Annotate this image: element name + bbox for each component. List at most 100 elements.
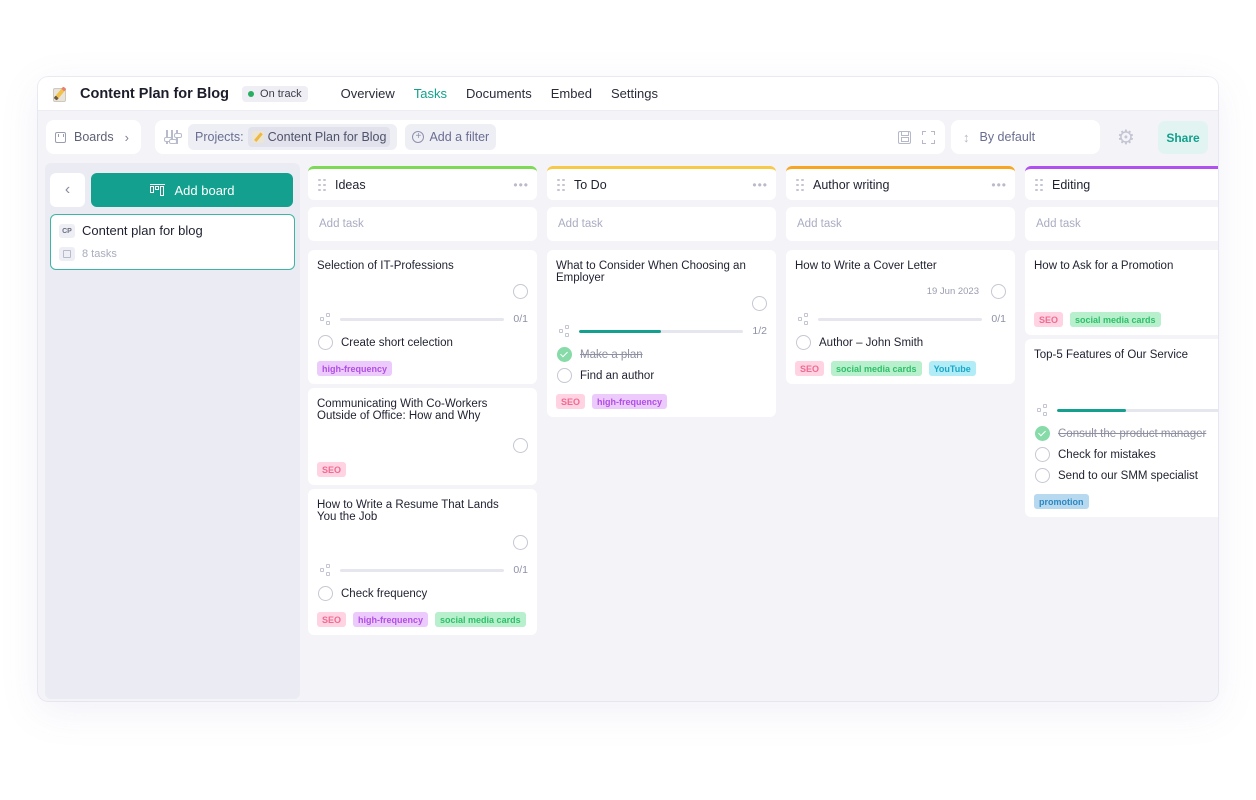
task-card[interactable]: How to Write a Resume That Lands You the… (308, 489, 537, 635)
column-header[interactable]: Editing (1025, 166, 1218, 200)
task-card[interactable]: Communicating With Co-Workers Outside of… (308, 388, 537, 485)
subtask-checkbox[interactable] (557, 368, 572, 383)
tab-documents[interactable]: Documents (466, 86, 532, 101)
add-task-input[interactable]: Add task (1025, 207, 1218, 241)
task-card[interactable]: How to Ask for a Promotion SEO social medi… (1025, 250, 1218, 335)
subtask-item: Make a plan (556, 344, 767, 365)
task-card[interactable]: What to Consider When Choosing an Employ… (547, 250, 776, 417)
tag[interactable]: SEO (317, 612, 346, 627)
expand-icon[interactable] (922, 131, 935, 144)
tag[interactable]: high-frequency (592, 394, 667, 409)
tab-settings[interactable]: Settings (611, 86, 658, 101)
add-board-button[interactable]: Add board (91, 173, 293, 207)
column-header[interactable]: Author writing ••• (786, 166, 1015, 200)
column-header[interactable]: Ideas••• (308, 166, 537, 200)
complete-task-checkbox[interactable] (513, 438, 528, 453)
tag[interactable]: high-frequency (353, 612, 428, 627)
subtasks-tree-icon (798, 313, 810, 325)
tag[interactable]: SEO (795, 361, 824, 376)
collapse-sidebar-button[interactable]: ‹ (50, 173, 85, 207)
drag-handle-icon[interactable] (1035, 179, 1043, 191)
kanban-column: Author writing ••• Add task How to Write a … (786, 166, 1015, 384)
share-button[interactable]: Share (1158, 121, 1208, 154)
task-meta (556, 294, 767, 312)
tag[interactable]: high-frequency (317, 361, 392, 376)
tag-list: SEO high-frequency social media cards (317, 612, 528, 627)
tag[interactable]: YouTube (929, 361, 976, 376)
add-task-input[interactable]: Add task (308, 207, 537, 241)
progress-track (818, 318, 982, 321)
tag[interactable]: SEO (556, 394, 585, 409)
subtask-checkbox[interactable] (1035, 447, 1050, 462)
task-meta (1034, 371, 1218, 391)
sort-label: By default (980, 130, 1036, 144)
complete-task-checkbox[interactable] (513, 284, 528, 299)
complete-task-checkbox[interactable] (513, 535, 528, 550)
column-title: Author writing (813, 178, 889, 192)
progress-count: 0/1 (512, 313, 528, 325)
tag[interactable]: SEO (1034, 312, 1063, 327)
subtasks-tree-icon (320, 564, 332, 576)
tab-overview[interactable]: Overview (341, 86, 395, 101)
task-card[interactable]: How to Write a Cover Letter19 Jun 20230/… (786, 250, 1015, 384)
add-task-input[interactable]: Add task (786, 207, 1015, 241)
column-header[interactable]: To Do ••• (547, 166, 776, 200)
more-options-icon[interactable]: ••• (991, 178, 1007, 192)
subtasks-tree-icon (1037, 404, 1049, 416)
tag[interactable]: social media cards (435, 612, 526, 627)
drag-handle-icon[interactable] (796, 179, 804, 191)
subtask-progress (1034, 403, 1218, 417)
subtask-item: Send to our SMM specialist (1034, 465, 1218, 486)
tag[interactable]: SEO (317, 462, 346, 477)
chevron-right-icon: › (125, 130, 129, 145)
memo-pencil-icon (252, 131, 264, 143)
subtask-checked-icon[interactable] (1035, 426, 1050, 441)
add-filter-button[interactable]: + Add a filter (405, 124, 496, 150)
more-options-icon[interactable]: ••• (513, 178, 529, 192)
task-title: How to Write a Resume That Lands You the… (317, 499, 528, 523)
task-title: How to Write a Cover Letter (795, 260, 1006, 272)
project-chip[interactable]: Content Plan for Blog (248, 127, 391, 147)
sort-arrows-icon: ↕ (963, 130, 970, 145)
column-title: To Do (574, 178, 607, 192)
task-card[interactable]: Selection of IT-Professions0/1Create sho… (308, 250, 537, 384)
filter-bar: Projects: Content Plan for Blog + Add a … (155, 120, 945, 154)
subtask-checkbox[interactable] (1035, 468, 1050, 483)
board-avatar: CP (59, 224, 75, 238)
subtask-list: Consult the product managerCheck for mis… (1034, 423, 1218, 486)
filter-sliders-icon[interactable] (164, 129, 180, 145)
subtask-checkbox[interactable] (318, 586, 333, 601)
subtask-label: Consult the product manager (1058, 428, 1206, 440)
save-icon[interactable] (898, 131, 911, 144)
task-title: Top-5 Features of Our Service (1034, 349, 1218, 361)
tag[interactable]: social media cards (1070, 312, 1161, 327)
subtask-checkbox[interactable] (796, 335, 811, 350)
subtask-label: Check frequency (341, 588, 427, 600)
tab-tasks[interactable]: Tasks (414, 86, 447, 101)
progress-count: 0/1 (512, 564, 528, 576)
subtask-checked-icon[interactable] (557, 347, 572, 362)
tag-list: SEO high-frequency (556, 394, 767, 409)
tag[interactable]: social media cards (831, 361, 922, 376)
add-task-input[interactable]: Add task (547, 207, 776, 241)
complete-task-checkbox[interactable] (991, 284, 1006, 299)
projects-filter-chip[interactable]: Projects: Content Plan for Blog (188, 124, 397, 150)
drag-handle-icon[interactable] (318, 179, 326, 191)
tag[interactable]: promotion (1034, 494, 1089, 509)
sort-select[interactable]: ↕ By default (951, 120, 1100, 154)
task-card[interactable]: Top-5 Features of Our Service Consult the… (1025, 339, 1218, 517)
tag-list: promotion (1034, 494, 1218, 509)
subtask-checkbox[interactable] (318, 335, 333, 350)
task-title: How to Ask for a Promotion (1034, 260, 1218, 272)
add-filter-label: Add a filter (429, 130, 489, 144)
gear-icon[interactable]: ⚙ (1116, 128, 1136, 148)
more-options-icon[interactable]: ••• (752, 178, 768, 192)
boards-toggle[interactable]: Boards › (46, 120, 141, 154)
complete-task-checkbox[interactable] (752, 296, 767, 311)
drag-handle-icon[interactable] (557, 179, 565, 191)
board-item[interactable]: CP Content plan for blog 8 tasks (50, 214, 295, 270)
progress-track (340, 318, 504, 321)
status-badge[interactable]: On track (242, 86, 308, 102)
subtask-progress: 0/1 (795, 312, 1006, 326)
tab-embed[interactable]: Embed (551, 86, 592, 101)
